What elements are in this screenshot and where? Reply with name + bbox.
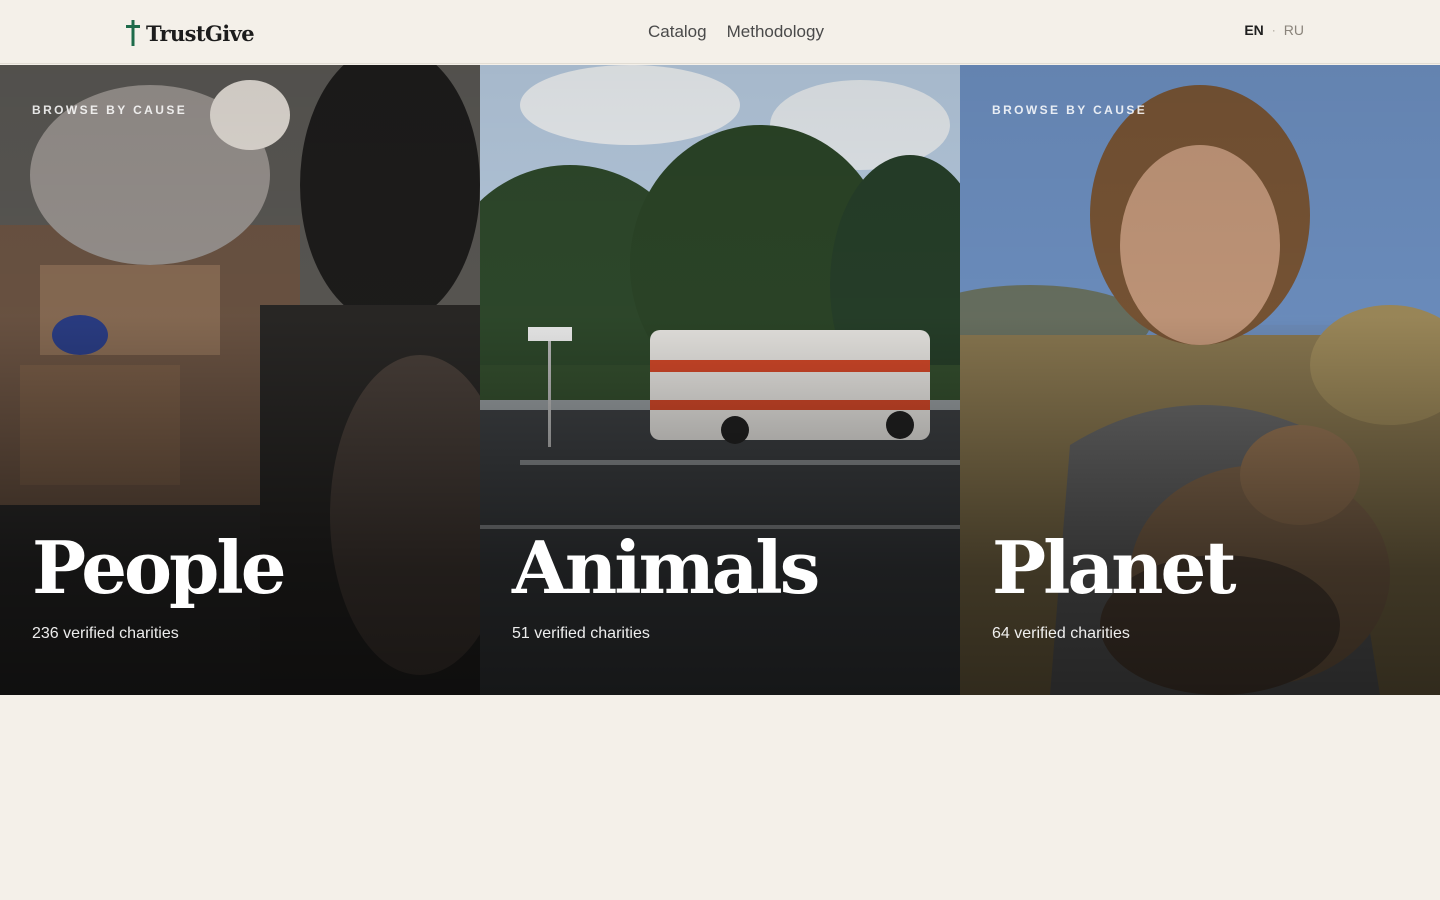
main-nav: Catalog Methodology [648, 20, 824, 44]
nav-methodology-link[interactable]: Methodology [727, 20, 824, 44]
site-header: TrustGive Catalog Methodology EN · RU [0, 0, 1440, 64]
animals-count: 51 verified charities [512, 625, 650, 642]
cause-card-people[interactable]: BROWSE BY CAUSE People 236 verified char… [0, 65, 480, 695]
logo-text: TrustGive [146, 20, 255, 46]
lang-separator: · [1271, 23, 1276, 37]
cause-card-animals[interactable]: Animals 51 verified charities [480, 65, 960, 695]
cause-panels: BROWSE BY CAUSE People 236 verified char… [0, 65, 1440, 695]
nav-catalog-link[interactable]: Catalog [648, 20, 707, 44]
planet-eyebrow: BROWSE BY CAUSE [992, 103, 1148, 117]
people-count: 236 verified charities [32, 625, 179, 642]
lang-en-button[interactable]: EN [1244, 22, 1263, 38]
cross-icon [126, 20, 140, 46]
people-title: People [32, 525, 287, 610]
lang-ru-button[interactable]: RU [1284, 22, 1304, 38]
logo[interactable]: TrustGive [126, 18, 255, 48]
people-eyebrow: BROWSE BY CAUSE [32, 103, 188, 117]
animals-title: Animals [512, 525, 820, 610]
language-switcher: EN · RU [1244, 22, 1304, 38]
planet-title: Planet [992, 525, 1237, 610]
cause-card-planet[interactable]: BROWSE BY CAUSE Planet 64 verified chari… [960, 65, 1440, 695]
planet-count: 64 verified charities [992, 625, 1130, 642]
